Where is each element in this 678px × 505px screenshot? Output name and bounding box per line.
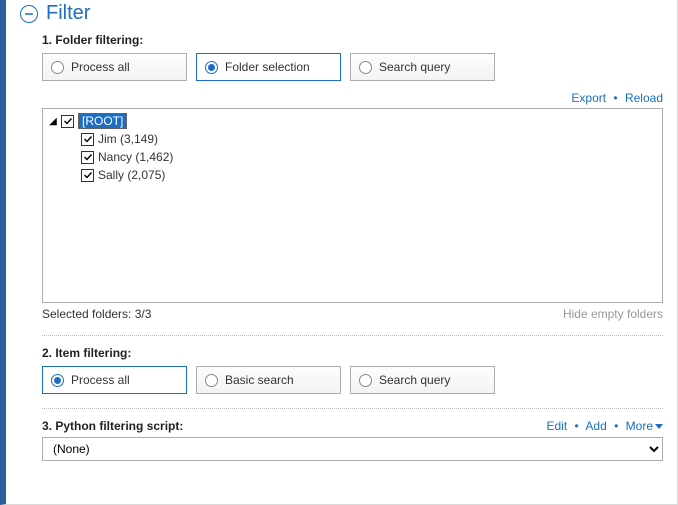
expand-arrow-icon[interactable]: ◢ [47,116,59,127]
section3-header: 3. Python filtering script: Edit • Add •… [42,419,663,433]
collapse-icon[interactable] [20,5,38,23]
separator-dot: • [614,419,618,433]
script-add-link[interactable]: Add [585,419,606,433]
chevron-down-icon [655,424,663,429]
section1-label: 1. Folder filtering: [42,33,663,47]
script-select[interactable]: (None) [42,437,663,461]
tree-root-row[interactable]: ◢ [ROOT] [47,112,658,130]
export-link[interactable]: Export [571,91,606,105]
item-filtering-options: Process all Basic search Search query [42,366,663,394]
tree-links: Export • Reload [42,91,663,105]
section3-label: 3. Python filtering script: [42,419,183,433]
panel-header: Filter [20,0,663,29]
opt-basic-search[interactable]: Basic search [196,366,341,394]
folder-tree[interactable]: ◢ [ROOT] Jim (3,149) Nancy (1,462) [42,108,663,303]
tree-child-label[interactable]: Jim (3,149) [98,132,158,146]
radio-icon [51,61,64,74]
radio-icon [51,374,64,387]
panel-title: Filter [46,2,90,25]
radio-label: Process all [71,373,130,387]
radio-label: Folder selection [225,60,310,74]
section-folder-filtering: 1. Folder filtering: Process all Folder … [42,33,663,461]
section-divider [42,335,663,336]
opt-search-query-folders[interactable]: Search query [350,53,495,81]
tree-child-label[interactable]: Nancy (1,462) [98,150,173,164]
checkbox-root[interactable] [61,115,74,128]
separator-dot: • [575,419,579,433]
radio-icon [359,61,372,74]
radio-icon [205,61,218,74]
tree-root-label[interactable]: [ROOT] [78,113,127,129]
reload-link[interactable]: Reload [625,91,663,105]
separator-dot: • [613,91,617,105]
opt-process-all-items[interactable]: Process all [42,366,187,394]
opt-folder-selection[interactable]: Folder selection [196,53,341,81]
radio-icon [359,374,372,387]
radio-icon [205,374,218,387]
tree-status-row: Selected folders: 3/3 Hide empty folders [42,307,663,321]
checkbox-child[interactable] [81,151,94,164]
radio-label: Search query [379,60,450,74]
section2-label: 2. Item filtering: [42,346,663,360]
tree-child-row[interactable]: Sally (2,075) [47,166,658,184]
checkbox-child[interactable] [81,133,94,146]
radio-label: Basic search [225,373,294,387]
script-edit-link[interactable]: Edit [547,419,568,433]
folder-filtering-options: Process all Folder selection Search quer… [42,53,663,81]
radio-label: Process all [71,60,130,74]
hide-empty-link[interactable]: Hide empty folders [563,307,663,321]
filter-panel: Filter 1. Folder filtering: Process all … [0,0,678,505]
tree-child-row[interactable]: Nancy (1,462) [47,148,658,166]
section-divider [42,408,663,409]
radio-label: Search query [379,373,450,387]
tree-child-label[interactable]: Sally (2,075) [98,168,165,182]
script-links: Edit • Add • More [547,419,664,433]
opt-search-query-items[interactable]: Search query [350,366,495,394]
checkbox-child[interactable] [81,169,94,182]
selected-folders-status: Selected folders: 3/3 [42,307,151,321]
script-more-link[interactable]: More [626,419,663,433]
tree-child-row[interactable]: Jim (3,149) [47,130,658,148]
opt-process-all-folders[interactable]: Process all [42,53,187,81]
